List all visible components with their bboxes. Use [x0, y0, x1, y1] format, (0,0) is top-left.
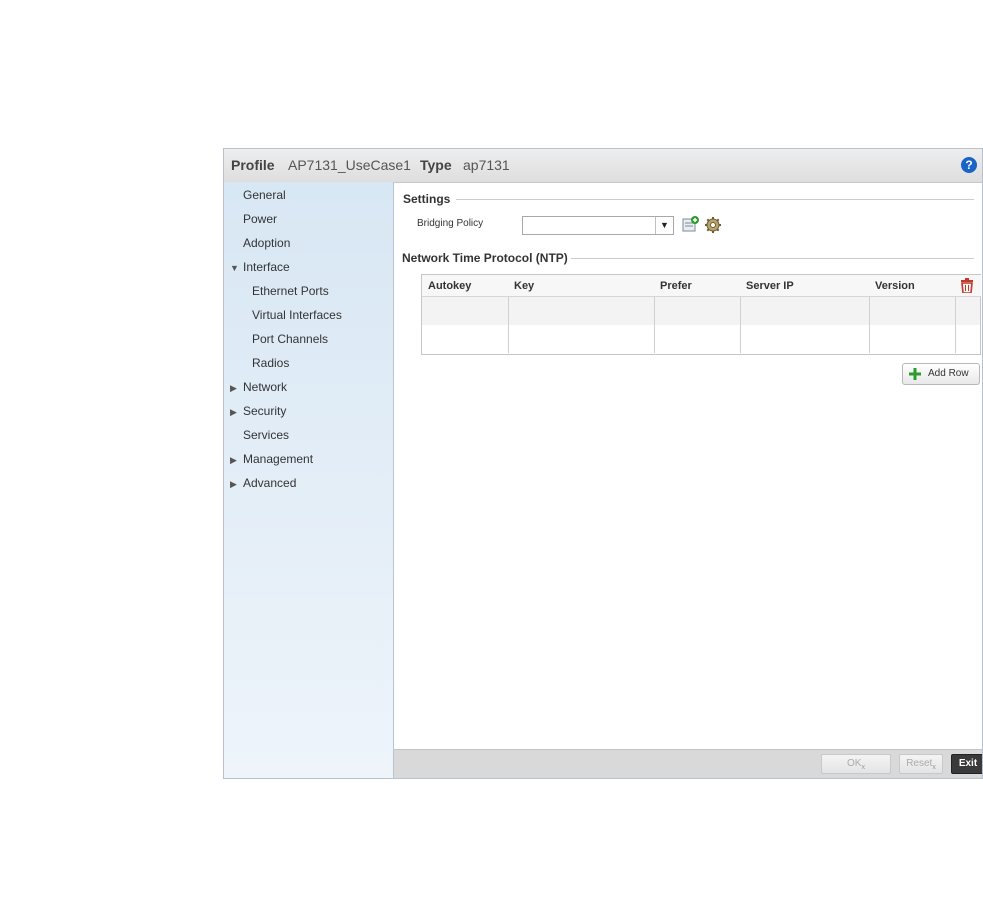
add-row-button[interactable]: Add Row [902, 363, 980, 385]
collapsed-arrow-icon[interactable]: ▶ [230, 383, 237, 394]
sidebar-item-management[interactable]: Management [243, 452, 313, 466]
table-row[interactable] [422, 325, 980, 353]
column-header-prefer[interactable]: Prefer [654, 275, 741, 297]
ntp-section-title: Network Time Protocol (NTP) [402, 251, 568, 265]
column-header-server-ip[interactable]: Server IP [740, 275, 870, 297]
section-divider [456, 199, 974, 200]
table-cell[interactable] [508, 297, 655, 325]
ok-button[interactable]: OKx [821, 754, 891, 774]
sidebar-item-security[interactable]: Security [243, 404, 286, 418]
reset-button[interactable]: Resetx [899, 754, 943, 774]
table-cell[interactable] [740, 297, 870, 325]
profile-window: Profile AP7131_UseCase1 Type ap7131 ? Ge… [223, 148, 983, 779]
column-header-key[interactable]: Key [508, 275, 655, 297]
delete-column-header [955, 275, 981, 297]
type-label: Type [420, 157, 452, 173]
table-cell[interactable] [869, 325, 956, 353]
section-divider [571, 258, 974, 259]
sidebar-nav: General Power Adoption ▼ Interface Ether… [224, 182, 394, 778]
exit-button[interactable]: Exit [951, 754, 982, 774]
sidebar-item-ethernet-ports[interactable]: Ethernet Ports [252, 284, 329, 298]
sidebar-item-network[interactable]: Network [243, 380, 287, 394]
sidebar-item-virtual-interfaces[interactable]: Virtual Interfaces [252, 308, 342, 322]
bridging-policy-select[interactable]: ▼ [522, 216, 674, 235]
column-header-autokey[interactable]: Autokey [422, 275, 509, 297]
column-header-version[interactable]: Version [869, 275, 956, 297]
sidebar-item-interface[interactable]: Interface [243, 260, 290, 274]
sidebar-item-adoption[interactable]: Adoption [243, 236, 290, 250]
sidebar-item-power[interactable]: Power [243, 212, 277, 226]
profile-label: Profile [231, 157, 275, 173]
collapsed-arrow-icon[interactable]: ▶ [230, 479, 237, 490]
add-row-label: Add Row [928, 368, 969, 379]
create-policy-icon[interactable] [682, 216, 700, 234]
trash-icon[interactable] [960, 278, 974, 293]
table-cell[interactable] [422, 297, 509, 325]
table-cell[interactable] [869, 297, 956, 325]
bridging-policy-label: Bridging Policy [417, 218, 484, 229]
profile-name: AP7131_UseCase1 [288, 157, 411, 173]
help-icon[interactable]: ? [961, 157, 977, 173]
plus-icon [909, 368, 921, 380]
title-bar: Profile AP7131_UseCase1 Type ap7131 ? [224, 149, 982, 183]
type-value: ap7131 [463, 157, 510, 173]
sidebar-item-advanced[interactable]: Advanced [243, 476, 296, 490]
sidebar-item-radios[interactable]: Radios [252, 356, 289, 370]
table-cell[interactable] [654, 325, 741, 353]
ok-label: OK [847, 758, 862, 769]
chevron-down-icon[interactable]: ▼ [655, 217, 673, 234]
sidebar-item-general[interactable]: General [243, 188, 286, 202]
ntp-table: Autokey Key Prefer Server IP Version [421, 274, 981, 355]
content-panel: Settings Bridging Policy ▼ Network Time … [394, 182, 982, 750]
table-cell[interactable] [508, 325, 655, 353]
collapsed-arrow-icon[interactable]: ▶ [230, 407, 237, 418]
table-cell[interactable] [654, 297, 741, 325]
sidebar-item-port-channels[interactable]: Port Channels [252, 332, 328, 346]
collapsed-arrow-icon[interactable]: ▶ [230, 455, 237, 466]
gear-icon[interactable] [704, 216, 722, 234]
table-row[interactable] [422, 297, 980, 325]
table-cell[interactable] [740, 325, 870, 353]
sidebar-item-services[interactable]: Services [243, 428, 289, 442]
reset-label: Reset [906, 758, 933, 769]
footer-bar: OKx Resetx Exit [394, 749, 982, 778]
settings-section-title: Settings [403, 192, 451, 206]
table-cell[interactable] [422, 325, 509, 353]
expanded-arrow-icon[interactable]: ▼ [230, 263, 239, 273]
